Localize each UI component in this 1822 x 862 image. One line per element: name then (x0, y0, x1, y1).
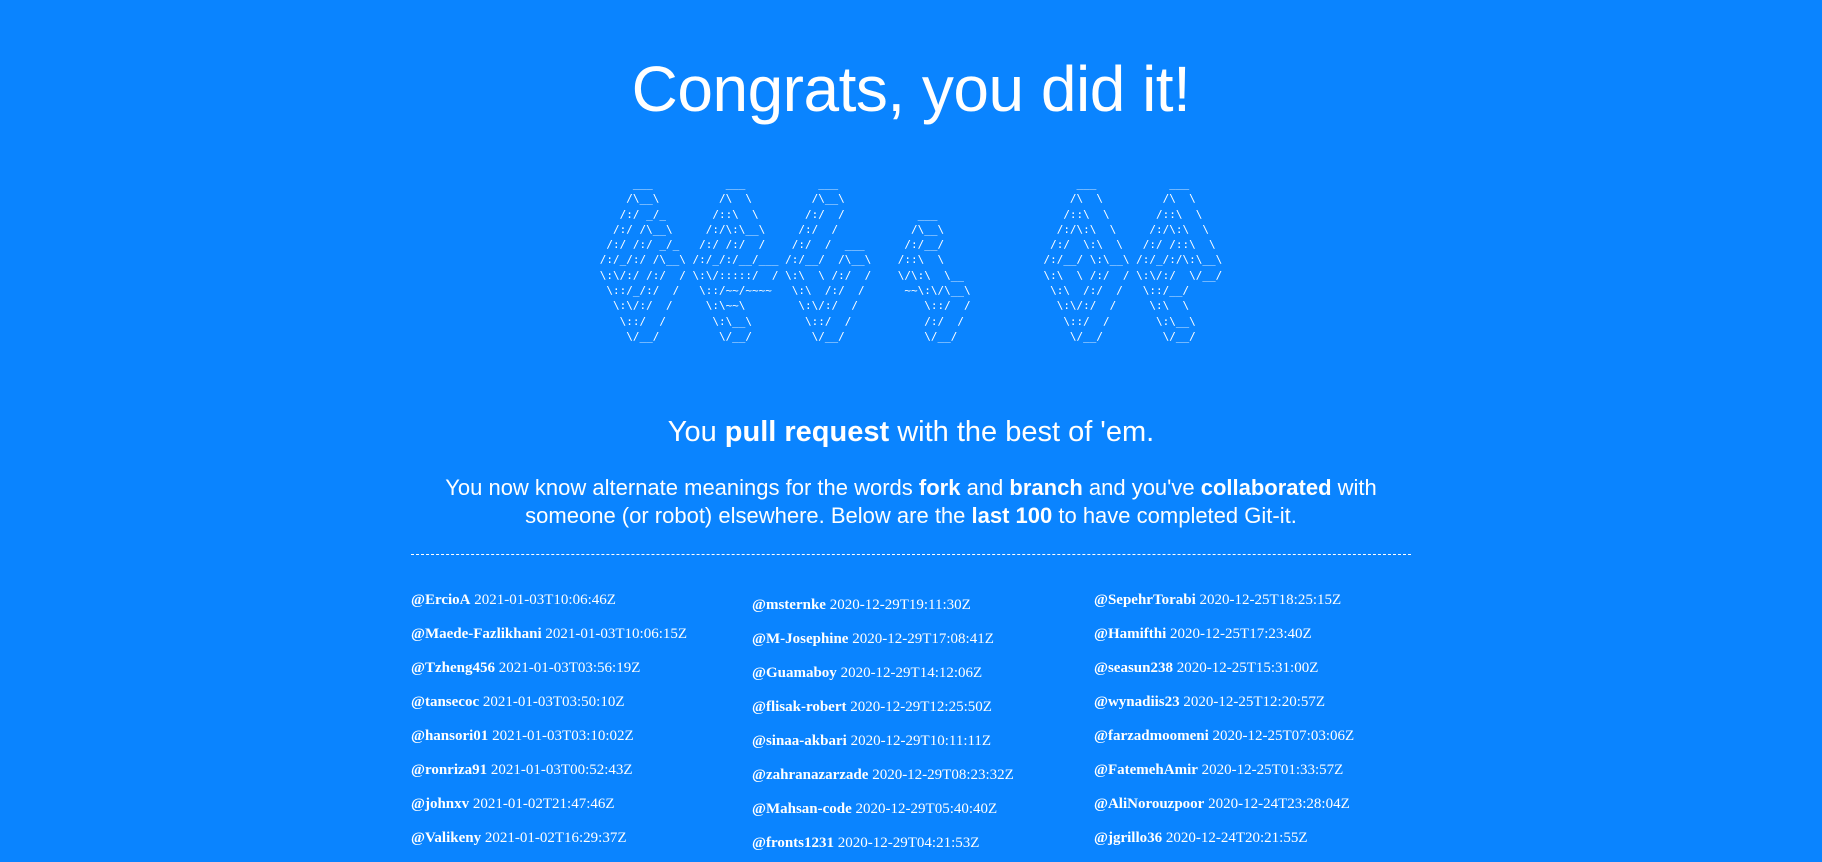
completion-timestamp: 2020-12-25T18:25:15Z (1199, 592, 1342, 608)
completion-timestamp: 2020-12-29T10:11:11Z (850, 733, 992, 749)
username-link[interactable]: @flisak-robert (752, 699, 847, 715)
completion-timestamp: 2020-12-29T19:11:30Z (829, 597, 971, 613)
description: You now know alternate meanings for the … (405, 474, 1417, 530)
desc-bold-fork: fork (918, 475, 961, 500)
tagline-bold: pull request (724, 416, 890, 448)
username-link[interactable]: @Tzheng456 (411, 660, 495, 676)
completion-timestamp: 2020-12-29T04:21:53Z (837, 835, 980, 851)
username-link[interactable]: @Guamaboy (752, 665, 837, 681)
completions-column-1: @ErcioA 2021-01-03T10:06:46Z @Maede-Fazli… (411, 590, 687, 862)
completion-timestamp: 2020-12-25T01:33:57Z (1201, 762, 1344, 778)
desc-text-5: to have completed Git-it. (1052, 503, 1297, 528)
completion-timestamp: 2020-12-29T17:08:41Z (852, 631, 994, 647)
ascii-art-text: ___ ___ ___ ___ ___ /\__\ /\ \ /\__\ /\ … (599, 177, 1223, 343)
list-item: @Hamifthi 2020-12-25T17:23:40Z (1094, 624, 1354, 658)
list-item: @zahranazarzade 2020-12-29T08:23:32Z (752, 765, 1014, 799)
completion-timestamp: 2021-01-03T00:52:43Z (490, 762, 633, 778)
username-link[interactable]: @ErcioA (411, 592, 471, 608)
completion-timestamp: 2020-12-29T12:25:50Z (850, 699, 992, 715)
list-item: @Maede-Fazlikhani 2021-01-03T10:06:15Z (411, 624, 687, 658)
username-link[interactable]: @SepehrTorabi (1094, 592, 1196, 608)
desc-bold-last-100: last 100 (971, 503, 1053, 528)
completion-timestamp: 2020-12-25T12:20:57Z (1183, 694, 1326, 710)
list-item: @sinaa-akbari 2020-12-29T10:11:11Z (752, 731, 1014, 765)
desc-text-2: and (960, 475, 1010, 500)
username-link[interactable]: @hansori01 (411, 728, 488, 744)
username-link[interactable]: @sinaa-akbari (752, 733, 847, 749)
completion-timestamp: 2020-12-24T23:28:04Z (1208, 796, 1350, 812)
ascii-art-banner: ___ ___ ___ ___ ___ /\__\ /\ \ /\__\ /\ … (0, 176, 1822, 345)
username-link[interactable]: @seasun238 (1094, 660, 1173, 676)
username-link[interactable]: @Hamifthi (1094, 626, 1166, 642)
desc-bold-branch: branch (1009, 475, 1083, 500)
list-item: @msternke 2020-12-29T19:11:30Z (752, 595, 1014, 629)
username-link[interactable]: @fronts1231 (752, 835, 834, 851)
list-item: @ronriza91 2021-01-03T00:52:43Z (411, 760, 687, 794)
username-link[interactable]: @johnxv (411, 796, 469, 812)
completion-timestamp: 2021-01-03T03:10:02Z (492, 728, 634, 744)
list-item: @Mahsan-code 2020-12-29T05:40:40Z (752, 799, 1014, 833)
completion-timestamp: 2020-12-29T14:12:06Z (840, 665, 983, 681)
list-item: @jgrillo36 2020-12-24T20:21:55Z (1094, 828, 1354, 862)
completion-timestamp: 2020-12-29T08:23:32Z (872, 767, 1014, 783)
username-link[interactable]: @Valikeny (411, 830, 481, 846)
username-link[interactable]: @ronriza91 (411, 762, 487, 778)
username-link[interactable]: @FatemehAmir (1094, 762, 1198, 778)
completion-timestamp: 2020-12-25T07:03:06Z (1212, 728, 1355, 744)
completion-timestamp: 2021-01-03T03:56:19Z (498, 660, 641, 676)
username-link[interactable]: @zahranazarzade (752, 767, 868, 783)
list-item: @tansecoc 2021-01-03T03:50:10Z (411, 692, 687, 726)
username-link[interactable]: @msternke (752, 597, 826, 613)
list-item: @Valikeny 2021-01-02T16:29:37Z (411, 828, 687, 862)
username-link[interactable]: @Mahsan-code (752, 801, 852, 817)
list-item: @hansori01 2021-01-03T03:10:02Z (411, 726, 687, 760)
username-link[interactable]: @wynadiis23 (1094, 694, 1180, 710)
list-item: @seasun238 2020-12-25T15:31:00Z (1094, 658, 1354, 692)
list-item: @M-Josephine 2020-12-29T17:08:41Z (752, 629, 1014, 663)
tagline-suffix: with the best of 'em. (889, 416, 1155, 448)
username-link[interactable]: @M-Josephine (752, 631, 848, 647)
tagline: You pull request with the best of 'em. (0, 410, 1822, 454)
username-link[interactable]: @farzadmoomeni (1094, 728, 1209, 744)
username-link[interactable]: @tansecoc (411, 694, 479, 710)
username-link[interactable]: @jgrillo36 (1094, 830, 1162, 846)
desc-bold-collaborated: collaborated (1200, 475, 1332, 500)
list-item: @ErcioA 2021-01-03T10:06:46Z (411, 590, 687, 624)
list-item: @Tzheng456 2021-01-03T03:56:19Z (411, 658, 687, 692)
desc-text-1: You now know alternate meanings for the … (445, 475, 919, 500)
desc-text-3: and you've (1082, 475, 1201, 500)
list-item: @FatemehAmir 2020-12-25T01:33:57Z (1094, 760, 1354, 794)
list-item: @flisak-robert 2020-12-29T12:25:50Z (752, 697, 1014, 731)
list-item: @SepehrTorabi 2020-12-25T18:25:15Z (1094, 590, 1354, 624)
completion-timestamp: 2020-12-25T15:31:00Z (1176, 660, 1319, 676)
username-link[interactable]: @Maede-Fazlikhani (411, 626, 542, 642)
completion-timestamp: 2021-01-03T10:06:15Z (545, 626, 688, 642)
tagline-prefix: You (667, 416, 725, 448)
divider (411, 554, 1411, 555)
completion-timestamp: 2021-01-02T16:29:37Z (484, 830, 627, 846)
completion-timestamp: 2020-12-24T20:21:55Z (1165, 830, 1308, 846)
congrats-page: Congrats, you did it! ___ ___ ___ ___ __… (0, 0, 1822, 862)
list-item: @wynadiis23 2020-12-25T12:20:57Z (1094, 692, 1354, 726)
completion-timestamp: 2021-01-03T03:50:10Z (482, 694, 625, 710)
list-item: @fronts1231 2020-12-29T04:21:53Z (752, 833, 1014, 862)
list-item: @AliNorouzpoor 2020-12-24T23:28:04Z (1094, 794, 1354, 828)
completion-timestamp: 2020-12-25T17:23:40Z (1170, 626, 1312, 642)
completion-timestamp: 2020-12-29T05:40:40Z (855, 801, 998, 817)
username-link[interactable]: @AliNorouzpoor (1094, 796, 1204, 812)
completions-column-2: @msternke 2020-12-29T19:11:30Z @M-Josephi… (752, 595, 1014, 862)
page-title: Congrats, you did it! (631, 53, 1191, 125)
list-item: @johnxv 2021-01-02T21:47:46Z (411, 794, 687, 828)
completions-column-3: @SepehrTorabi 2020-12-25T18:25:15Z @Hamif… (1094, 590, 1354, 862)
completion-timestamp: 2021-01-02T21:47:46Z (472, 796, 615, 812)
completion-timestamp: 2021-01-03T10:06:46Z (474, 592, 616, 608)
list-item: @Guamaboy 2020-12-29T14:12:06Z (752, 663, 1014, 697)
list-item: @farzadmoomeni 2020-12-25T07:03:06Z (1094, 726, 1354, 760)
